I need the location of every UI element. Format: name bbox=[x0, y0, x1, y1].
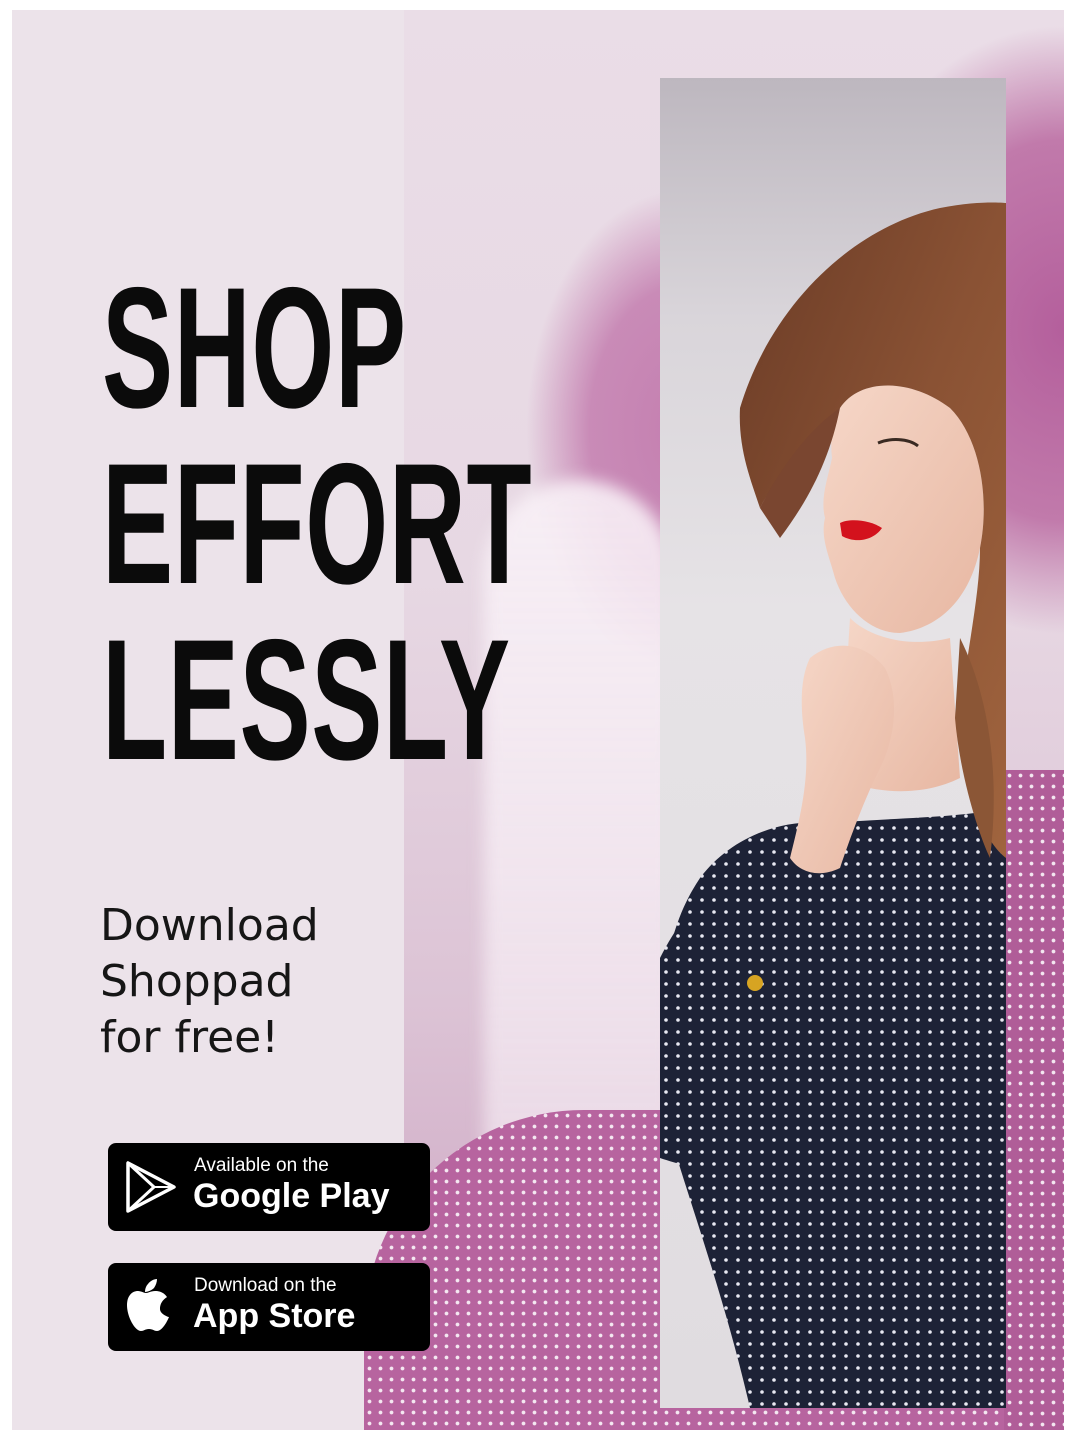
google-play-badge[interactable]: Available on the Google Play bbox=[108, 1143, 430, 1231]
headline: SHOP EFFORT LESSLY bbox=[102, 260, 532, 788]
google-play-icon bbox=[126, 1161, 176, 1213]
model-photo-illustration bbox=[660, 202, 1006, 1408]
subtext-line-3: for free! bbox=[100, 1012, 279, 1063]
background-polka-dot-strip bbox=[1004, 770, 1064, 1430]
model-photo bbox=[660, 78, 1006, 1408]
app-store-badge[interactable]: Download on the App Store bbox=[108, 1263, 430, 1351]
download-subtext: Download Shoppad for free! bbox=[100, 898, 400, 1066]
google-badge-small-text: Available on the bbox=[194, 1155, 329, 1176]
apple-icon bbox=[127, 1279, 169, 1331]
headline-line-3: LESSLY bbox=[102, 604, 511, 796]
headline-line-1: SHOP bbox=[102, 252, 407, 444]
subtext-line-1: Download bbox=[100, 900, 319, 951]
poster: SHOP EFFORT LESSLY Download Shoppad for … bbox=[12, 10, 1064, 1430]
apple-badge-big-text: App Store bbox=[193, 1297, 356, 1335]
subtext-line-2: Shoppad bbox=[100, 956, 294, 1007]
headline-line-2: EFFORT bbox=[102, 428, 533, 620]
google-badge-big-text: Google Play bbox=[193, 1177, 390, 1215]
apple-badge-small-text: Download on the bbox=[194, 1275, 337, 1296]
